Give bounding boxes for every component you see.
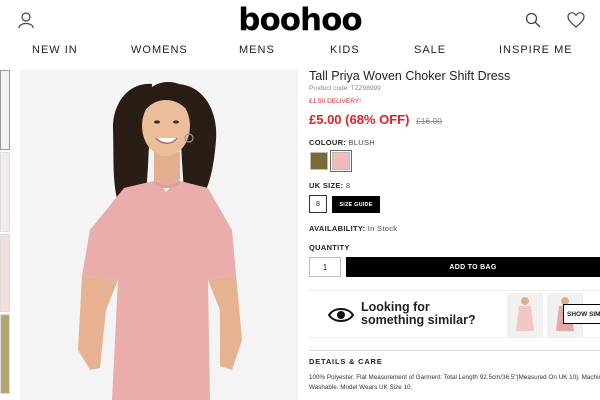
thumbnail-2[interactable] bbox=[0, 152, 10, 232]
availability-value: In Stock bbox=[367, 224, 398, 233]
nav-kids[interactable]: KIDS bbox=[330, 44, 360, 56]
details-text: 100% Polyester. Flat Measurement of Garm… bbox=[309, 373, 600, 393]
thumbnail-4[interactable] bbox=[0, 314, 10, 394]
similar-banner: Looking for something similar? SHOW SIMI… bbox=[309, 290, 600, 338]
colour-label: COLOUR: bbox=[309, 138, 347, 147]
size-label: UK SIZE: bbox=[309, 181, 344, 190]
nav-sale[interactable]: SALE bbox=[414, 44, 446, 56]
site-header: boohoo NEW IN WOMENS MENS KIDS SALE INSP… bbox=[0, 0, 600, 64]
original-price: £16.00 bbox=[416, 116, 442, 126]
thumbnail-1[interactable] bbox=[0, 70, 10, 150]
similar-heading: Looking for something similar? bbox=[361, 301, 491, 327]
heart-icon[interactable] bbox=[567, 11, 585, 29]
size-row: UK SIZE: 8 bbox=[309, 181, 350, 190]
sale-price: £5.00 (68% OFF) bbox=[309, 112, 410, 127]
divider bbox=[309, 350, 600, 351]
similar-thumb-1 bbox=[507, 293, 543, 337]
nav-new-in[interactable]: NEW IN bbox=[32, 44, 78, 56]
details-line-2: Washable. Model Wears UK Size 10. bbox=[309, 384, 413, 391]
nav-inspire-me[interactable]: INSPIRE ME bbox=[499, 44, 573, 56]
colour-value: BLUSH bbox=[348, 138, 376, 147]
details-line-1: 100% Polyester. Flat Measurement of Garm… bbox=[309, 374, 600, 381]
show-similar-button[interactable]: SHOW SIMILAR bbox=[563, 304, 600, 324]
similar-line-2: something similar? bbox=[361, 313, 476, 327]
colour-row: COLOUR: BLUSH bbox=[309, 138, 375, 147]
nav-mens[interactable]: MENS bbox=[239, 44, 275, 56]
eye-icon bbox=[328, 308, 354, 322]
nav-womens[interactable]: WOMENS bbox=[131, 44, 188, 56]
quantity-label: QUANTITY bbox=[309, 243, 350, 252]
availability-row: AVAILABILITY: In Stock bbox=[309, 224, 397, 233]
swatch-blush[interactable] bbox=[330, 150, 352, 172]
product-title: Tall Priya Woven Choker Shift Dress bbox=[309, 69, 511, 83]
product-image bbox=[20, 70, 298, 400]
product-info: Tall Priya Woven Choker Shift Dress Prod… bbox=[309, 66, 600, 400]
size-option-8[interactable]: 8 bbox=[309, 195, 327, 213]
delivery-promo: £1.50 DELIVERY! bbox=[309, 98, 361, 105]
size-guide-button[interactable]: SIZE GUIDE bbox=[332, 196, 380, 213]
details-heading[interactable]: DETAILS & CARE bbox=[309, 357, 383, 366]
logo[interactable]: boohoo bbox=[0, 2, 600, 38]
size-value: 8 bbox=[345, 181, 351, 190]
main-nav: NEW IN WOMENS MENS KIDS SALE INSPIRE ME bbox=[0, 44, 600, 58]
swatch-khaki[interactable] bbox=[310, 152, 328, 170]
availability-label: AVAILABILITY: bbox=[309, 224, 366, 233]
quantity-label-text: QUANTITY bbox=[309, 243, 350, 252]
quantity-input[interactable]: 1 bbox=[309, 257, 341, 277]
search-icon[interactable] bbox=[524, 11, 542, 29]
thumbnail-3[interactable] bbox=[0, 234, 10, 312]
product-code: Product code: TZZ98999 bbox=[309, 85, 381, 92]
add-to-bag-button[interactable]: ADD TO BAG bbox=[346, 257, 600, 277]
